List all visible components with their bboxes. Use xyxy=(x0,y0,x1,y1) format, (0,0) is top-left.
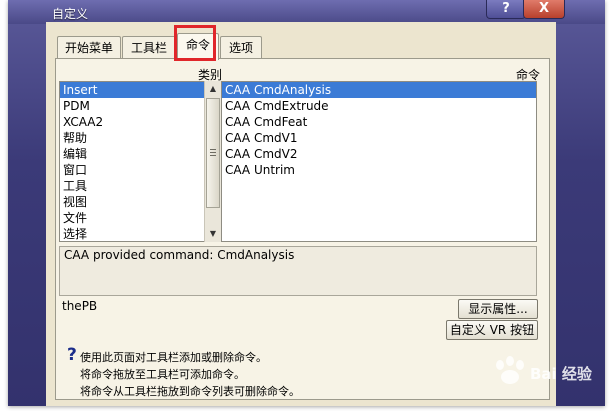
category-item[interactable]: 工具 xyxy=(60,178,220,194)
category-item[interactable]: 文件 xyxy=(60,210,220,226)
grip-line xyxy=(210,149,216,150)
watermark-text: Bai 经验 xyxy=(530,365,592,383)
scroll-up-arrow-icon[interactable]: ▲ xyxy=(205,81,221,97)
toolbar-name: thePB xyxy=(62,299,98,313)
grip-line xyxy=(210,152,216,153)
category-item[interactable]: Insert xyxy=(60,82,220,98)
category-item[interactable]: 视图 xyxy=(60,194,220,210)
categories-scrollbar[interactable]: ▲ ▼ xyxy=(204,81,221,242)
tab-start-menu[interactable]: 开始菜单 xyxy=(57,36,121,59)
category-item[interactable]: 帮助 xyxy=(60,130,220,146)
tab-options[interactable]: 选项 xyxy=(220,36,262,59)
categories-list[interactable]: Insert PDM XCAA2 帮助 编辑 窗口 工具 视图 文件 选择 xyxy=(59,81,221,242)
category-item[interactable]: 窗口 xyxy=(60,162,220,178)
annotation-highlight-box xyxy=(174,25,216,61)
title-bar[interactable]: 自定义 ? X xyxy=(8,0,605,24)
category-item[interactable]: 选择 xyxy=(60,226,220,242)
close-button[interactable]: X xyxy=(523,0,565,19)
command-item[interactable]: CAA CmdAnalysis xyxy=(222,82,536,98)
category-item[interactable]: 编辑 xyxy=(60,146,220,162)
window-title: 自定义 xyxy=(52,7,89,21)
command-item[interactable]: CAA CmdV2 xyxy=(222,146,536,162)
commands-list[interactable]: CAA CmdAnalysis CAA CmdExtrude CAA CmdFe… xyxy=(221,81,537,242)
show-properties-button[interactable]: 显示属性... xyxy=(458,299,538,319)
command-item[interactable]: CAA Untrim xyxy=(222,162,536,178)
help-text-line: 将命令拖放至工具栏可添加命令。 xyxy=(80,368,245,381)
question-mark-icon: ? xyxy=(67,345,77,365)
scroll-down-arrow-icon[interactable]: ▼ xyxy=(205,226,221,242)
watermark-logo: Bai 经验 xyxy=(470,335,610,405)
help-text-line: 将命令从工具栏拖放到命令列表可删除命令。 xyxy=(80,385,300,398)
category-item[interactable]: XCAA2 xyxy=(60,114,220,130)
scrollbar-thumb[interactable] xyxy=(206,98,220,208)
help-text-line: 使用此页面对工具栏添加或删除命令。 xyxy=(80,351,267,364)
category-item[interactable]: PDM xyxy=(60,98,220,114)
command-description: CAA provided command: CmdAnalysis xyxy=(59,246,537,296)
command-item[interactable]: CAA CmdFeat xyxy=(222,114,536,130)
command-item[interactable]: CAA CmdV1 xyxy=(222,130,536,146)
command-item[interactable]: CAA CmdExtrude xyxy=(222,98,536,114)
tab-toolbars[interactable]: 工具栏 xyxy=(122,36,176,59)
grip-line xyxy=(210,155,216,156)
help-button[interactable]: ? xyxy=(486,0,526,19)
